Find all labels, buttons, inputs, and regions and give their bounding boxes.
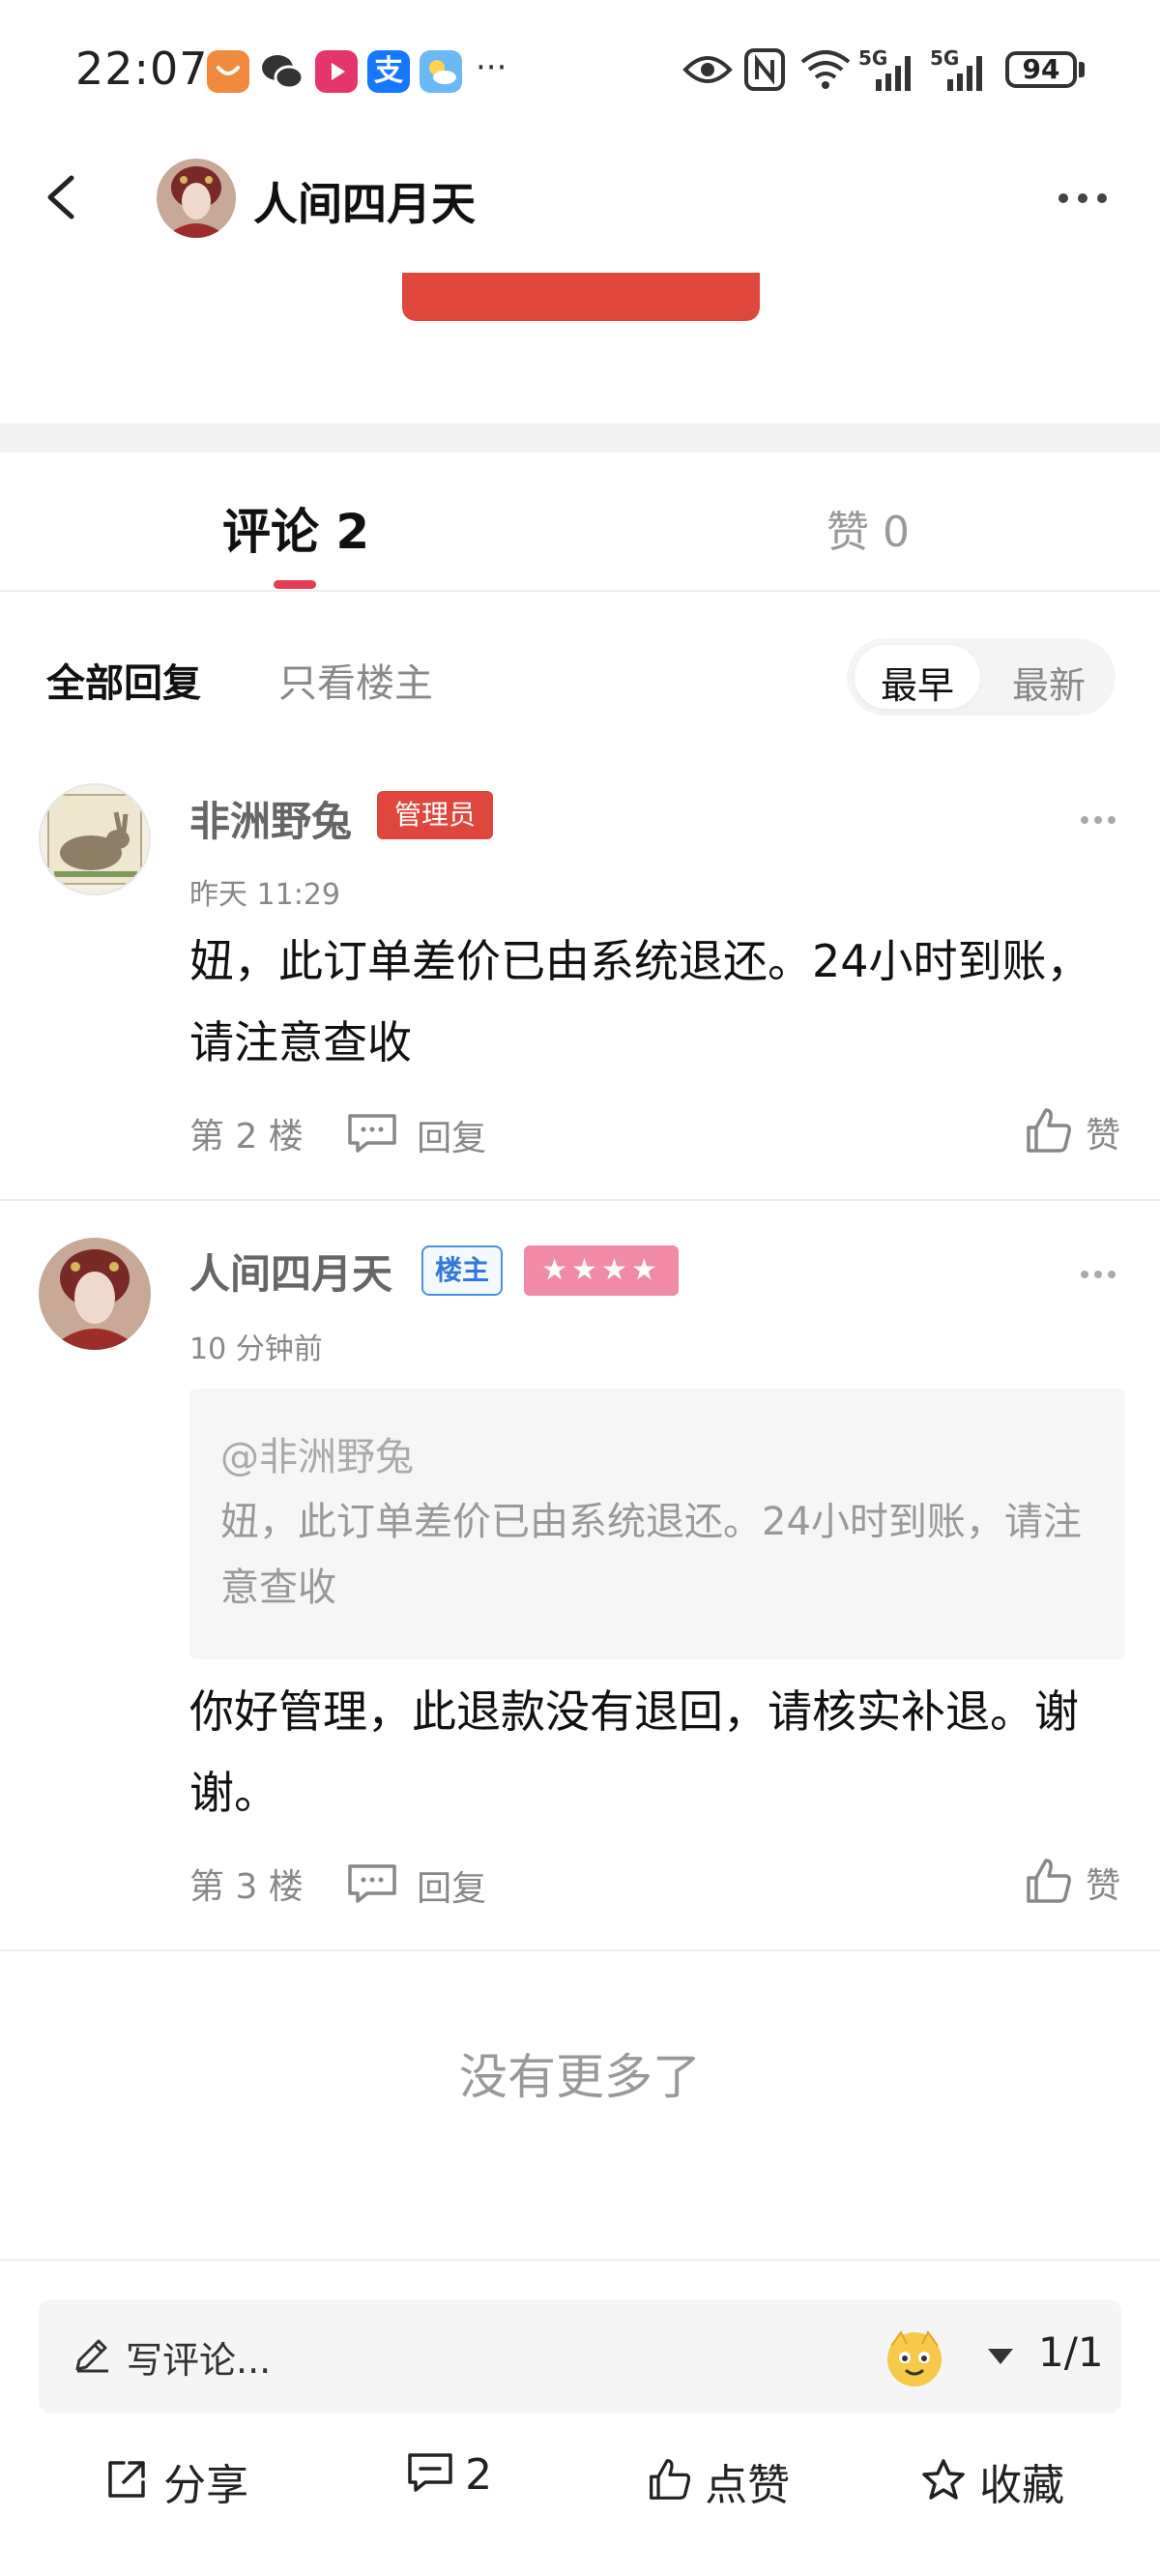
filter-owner-only[interactable]: 只看楼主 [278, 652, 433, 708]
signal-icon-2 [930, 50, 992, 97]
share-icon [104, 2457, 149, 2505]
comment-icon [406, 2451, 454, 2500]
page-indicator[interactable]: 1/1 [1038, 2328, 1104, 2376]
reply-icon [346, 1112, 398, 1158]
wifi-icon [798, 48, 853, 95]
like-post-button[interactable]: 点赞 [648, 2450, 790, 2512]
comment-more-icon[interactable] [1079, 799, 1117, 838]
level-stars-badge: ★★★★ [524, 1245, 679, 1296]
like-button-2[interactable]: 赞 [1025, 1857, 1120, 1909]
comment-username[interactable]: 非洲野兔 [189, 789, 352, 848]
bottom-divider [0, 2259, 1160, 2261]
nfc-icon [744, 48, 785, 95]
star-icon [920, 2457, 967, 2505]
like-button[interactable]: 赞 [1025, 1106, 1120, 1158]
comments-button[interactable]: 2 [406, 2450, 492, 2500]
battery-tip [1079, 62, 1085, 77]
weather-icon [420, 50, 462, 93]
alipay-icon: 支 [367, 50, 410, 93]
quoted-username: @非洲野兔 [220, 1435, 414, 1479]
sort-earliest-button[interactable]: 最早 [855, 656, 980, 709]
eye-icon [682, 50, 733, 93]
taobao-app-icon [207, 50, 249, 93]
section-divider [0, 424, 1160, 453]
video-app-icon [315, 50, 358, 93]
tabs-divider [0, 590, 1160, 592]
favorite-button[interactable]: 收藏 [920, 2450, 1064, 2512]
like-label: 赞 [1086, 1116, 1121, 1156]
comment-username-2[interactable]: 人间四月天 [189, 1242, 392, 1301]
admin-badge: 管理员 [377, 791, 494, 839]
reply-icon-2 [346, 1862, 398, 1909]
share-label: 分享 [163, 2461, 249, 2510]
signal-icon [858, 50, 920, 97]
no-more-text: 没有更多了 [459, 2049, 701, 2105]
quoted-text: 妞，此订单差价已由系统退还。24小时到账，请注意查收 [220, 1500, 1082, 1610]
thumbs-up-icon-bottom [648, 2457, 692, 2505]
header-title[interactable]: 人间四月天 [253, 169, 476, 233]
status-bar: 22:07 支 ··· 5G 5G 94 [0, 0, 1160, 145]
comment-avatar-2[interactable] [39, 1238, 151, 1350]
comment-body-2: 你好管理，此退款没有退回，请核实补退。谢谢。 [189, 1685, 1079, 1819]
back-button[interactable] [35, 162, 89, 232]
tab-likes[interactable]: 赞 0 [826, 497, 910, 559]
reply-label: 回复 [417, 1119, 487, 1158]
floor-label: 第 2 楼 [189, 1117, 304, 1156]
pencil-icon [72, 2334, 112, 2379]
filter-all-replies[interactable]: 全部回复 [46, 652, 201, 708]
comment-input[interactable]: 写评论... [126, 2330, 271, 2384]
like-label-2: 赞 [1086, 1866, 1121, 1906]
emoji-icon[interactable] [882, 2325, 947, 2394]
comment-divider [0, 1199, 1160, 1201]
reply-button-2[interactable]: 回复 [346, 1860, 486, 1911]
more-options-icon[interactable] [1054, 176, 1112, 220]
comment-count: 2 [465, 2450, 493, 2500]
status-time: 22:07 [75, 43, 209, 95]
comment-time: 昨天 11:29 [189, 878, 340, 912]
thumbs-up-icon [1025, 1106, 1073, 1158]
share-button[interactable]: 分享 [104, 2450, 248, 2512]
sort-latest-button[interactable]: 最新 [986, 656, 1112, 709]
comment-body: 妞，此订单差价已由系统退还。24小时到账，请注意查收 [189, 935, 1091, 1068]
comment-time-2: 10 分钟前 [189, 1332, 323, 1366]
comment-avatar[interactable] [39, 783, 151, 895]
page-dropdown-icon[interactable] [984, 2344, 1017, 2373]
header-avatar[interactable] [157, 159, 236, 238]
reply-label-2: 回复 [417, 1869, 487, 1909]
reply-button[interactable]: 回复 [346, 1110, 486, 1160]
partial-red-button[interactable] [402, 273, 760, 321]
comment-more-icon-2[interactable] [1079, 1253, 1117, 1293]
floor-label-2: 第 3 楼 [189, 1867, 304, 1907]
thumbs-up-icon-2 [1025, 1857, 1073, 1909]
favorite-label: 收藏 [979, 2461, 1065, 2510]
like-post-label: 点赞 [705, 2461, 791, 2510]
tab-comments[interactable]: 评论 2 [222, 493, 369, 563]
battery-icon: 94 [1005, 51, 1077, 88]
active-tab-indicator [274, 580, 316, 589]
comment-divider-2 [0, 1949, 1160, 1951]
wechat-icon [259, 48, 305, 95]
owner-badge: 楼主 [421, 1245, 504, 1296]
status-more-icon: ··· [476, 48, 508, 87]
